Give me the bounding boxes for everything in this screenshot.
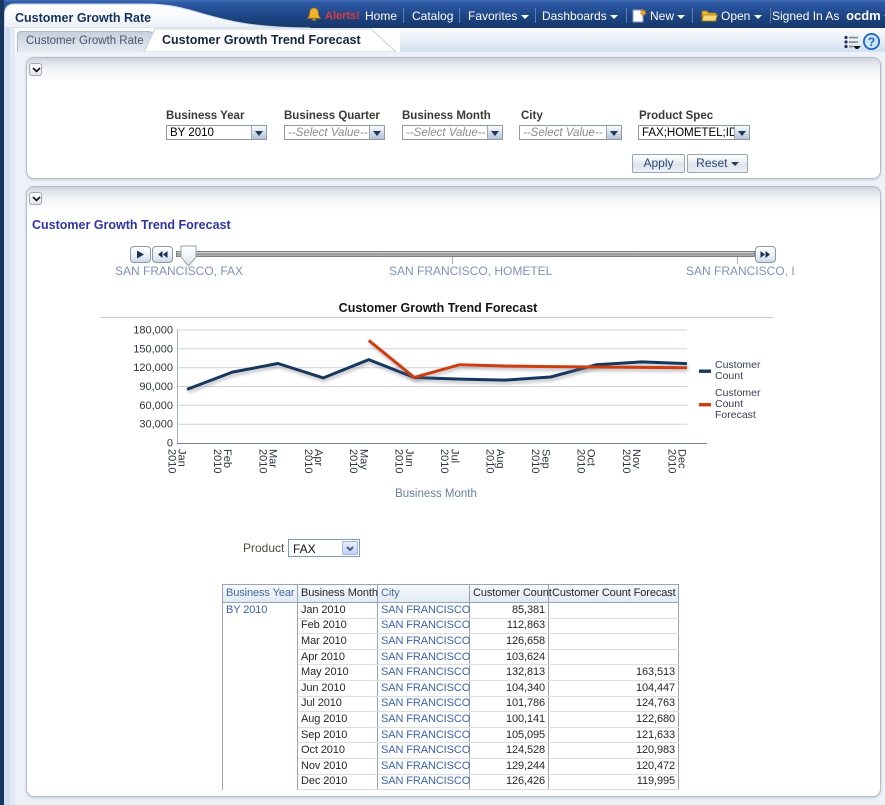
- svg-text:2010: 2010: [393, 449, 405, 473]
- svg-text:120,000: 120,000: [133, 362, 173, 374]
- svg-text:180,000: 180,000: [133, 325, 173, 337]
- svg-text:90,000: 90,000: [139, 381, 173, 393]
- svg-text:2010: 2010: [529, 449, 541, 473]
- svg-text:?: ?: [868, 35, 875, 49]
- svg-text:2010: 2010: [665, 449, 677, 473]
- svg-text:Forecast: Forecast: [715, 409, 756, 421]
- svg-text:2010: 2010: [620, 449, 632, 473]
- svg-text:60,000: 60,000: [139, 400, 173, 412]
- svg-text:Customer Growth Trend Forecast: Customer Growth Trend Forecast: [339, 301, 538, 315]
- svg-text:2010: 2010: [211, 449, 223, 473]
- svg-text:0: 0: [167, 438, 173, 450]
- svg-text:2010: 2010: [438, 449, 450, 473]
- svg-text:2010: 2010: [574, 449, 586, 473]
- svg-text:Count: Count: [715, 370, 743, 382]
- svg-text:2010: 2010: [256, 449, 268, 473]
- svg-text:2010: 2010: [347, 449, 359, 473]
- svg-text:2010: 2010: [165, 449, 177, 473]
- svg-text:2010: 2010: [302, 449, 314, 473]
- svg-text:30,000: 30,000: [139, 419, 173, 431]
- svg-text:Business Month: Business Month: [395, 488, 477, 500]
- svg-text:2010: 2010: [484, 449, 496, 473]
- svg-text:150,000: 150,000: [133, 343, 173, 355]
